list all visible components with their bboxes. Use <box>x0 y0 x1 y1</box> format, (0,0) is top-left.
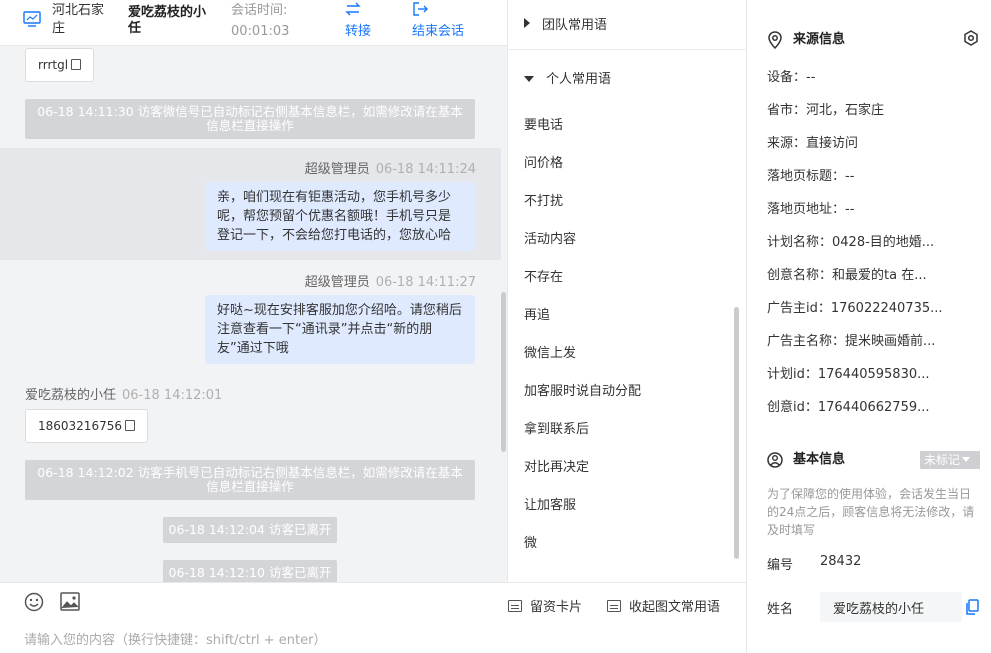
info-plan-id: 计划id：176440595830... <box>767 367 930 382</box>
system-message: 06-18 14:12:02 访客手机号已自动标记右侧基本信息栏，如需修改请在基… <box>25 460 475 500</box>
agent-message-bubble: 亲，咱们现在有钜惠活动，您手机号多少呢，帮您预留个优惠名额哦！手机号只是登记一下… <box>205 182 475 251</box>
end-session-button[interactable]: 结束会话 <box>412 0 472 46</box>
system-message: 06-18 14:12:10 访客已离开 <box>163 560 337 582</box>
phrase-item[interactable]: 不打扰 <box>524 190 563 210</box>
phrase-item[interactable]: 活动内容 <box>524 228 576 248</box>
copy-icon[interactable] <box>965 599 979 615</box>
phrase-item[interactable]: 再追 <box>524 304 550 324</box>
transfer-icon <box>345 2 361 16</box>
phrase-item[interactable]: 微信上发 <box>524 342 576 362</box>
card-icon <box>508 600 522 612</box>
name-label: 姓名 <box>767 602 794 617</box>
team-phrases-group[interactable]: 团队常用语 <box>524 14 607 34</box>
session-time: 00:01:03 <box>231 24 290 39</box>
chevron-down-icon <box>962 457 971 462</box>
copy-icon[interactable] <box>124 420 135 431</box>
message-meta: 超级管理员 06-18 14:11:27 <box>305 271 476 290</box>
system-message: 06-18 14:11:30 访客微信号已自动标记右侧基本信息栏，如需修改请在基… <box>25 99 475 139</box>
system-message: 06-18 14:12:04 访客已离开 <box>163 517 337 543</box>
transfer-button[interactable]: 转接 <box>345 0 385 46</box>
info-landing-url: 落地页地址：-- <box>767 202 855 217</box>
collapse-phrases-label: 收起图文常用语 <box>629 600 721 615</box>
transfer-label: 转接 <box>345 24 372 39</box>
user-circle-icon <box>767 452 783 468</box>
message-time: 06-18 14:12:01 <box>122 388 223 403</box>
phrase-item[interactable]: 加客服时说自动分配 <box>524 380 641 400</box>
visitor-name: 爱吃荔枝的小任 <box>128 5 207 36</box>
phrase-item[interactable]: 问价格 <box>524 152 563 172</box>
info-creative-name: 创意名称：和最爱的ta 在... <box>767 268 927 283</box>
image-icon[interactable] <box>60 592 80 611</box>
chat-header: 河北石家庄 爱吃荔枝的小任 会话时间: 00:01:03 转接 结束会话 <box>0 0 507 46</box>
file-message[interactable]: rrrtgl <box>25 48 95 82</box>
phrase-item[interactable]: 微 <box>524 532 537 552</box>
number-value: 28432 <box>820 554 862 569</box>
info-landing-title: 落地页标题：-- <box>767 169 855 184</box>
phrases-scrollbar[interactable] <box>734 307 739 559</box>
sender-name: 超级管理员 <box>304 275 370 290</box>
info-advertiser-name: 广告主名称：提米映画婚前... <box>767 334 936 349</box>
number-label: 编号 <box>767 558 794 573</box>
personal-phrases-group[interactable]: 个人常用语 <box>524 68 611 88</box>
sender-name: 超级管理员 <box>304 162 370 177</box>
collapse-phrases-button[interactable]: 收起图文常用语 <box>607 596 721 615</box>
info-source: 来源：直接访问 <box>767 136 859 151</box>
location-pin-icon <box>768 31 782 49</box>
info-province-city: 省市：河北，石家庄 <box>767 103 885 118</box>
phrase-item[interactable]: 对比再决定 <box>524 456 589 476</box>
phrase-item[interactable]: 要电话 <box>524 114 563 134</box>
file-message-text: 18603216756 <box>38 419 122 433</box>
phrase-item[interactable]: 不存在 <box>524 266 563 286</box>
caret-down-icon <box>524 76 534 82</box>
chat-scrollbar[interactable] <box>501 292 506 452</box>
message-time: 06-18 14:11:27 <box>375 275 476 290</box>
info-advertiser-id: 广告主id：176022240735... <box>767 301 943 316</box>
message-time: 06-18 14:11:24 <box>375 162 476 177</box>
session-time-label: 会话时间: <box>231 3 288 18</box>
chat-messages[interactable]: rrrtgl 06-18 14:11:30 访客微信号已自动标记右侧基本信息栏，… <box>0 46 507 582</box>
monitor-icon <box>23 11 41 27</box>
divider <box>508 49 746 50</box>
team-phrases-label: 团队常用语 <box>542 18 608 33</box>
phrase-item[interactable]: 拿到联系后 <box>524 418 589 438</box>
name-field[interactable] <box>820 592 962 622</box>
message-input[interactable] <box>24 630 484 650</box>
edit-notice: 为了保障您的使用体验，会话发生当日的24点之后，顾客信息将无法修改，请及时填写 <box>767 487 975 537</box>
lead-card-label: 留资卡片 <box>530 600 583 615</box>
lead-card-button[interactable]: 留资卡片 <box>508 596 583 615</box>
info-creative-id: 创意id：176440662759... <box>767 400 930 415</box>
message-input-area: 留资卡片 收起图文常用语 <box>0 582 746 653</box>
agent-message-bubble: 好哒~现在安排客服加您介绍哈。请您稍后注意查看一下“通讯录”并点击“新的朋友”通… <box>205 295 475 364</box>
end-session-label: 结束会话 <box>412 24 465 39</box>
info-plan-name: 计划名称：0428-目的地婚... <box>767 235 935 250</box>
phrases-panel: 团队常用语 个人常用语 要电话 问价格 不打扰 活动内容 不存在 再追 微信上发… <box>507 0 746 582</box>
info-device: 设备：-- <box>767 70 816 85</box>
file-message[interactable]: 18603216756 <box>25 409 148 443</box>
caret-right-icon <box>524 18 530 28</box>
settings-icon[interactable] <box>963 30 979 46</box>
phrase-item[interactable]: 让加客服 <box>524 494 576 514</box>
visitor-info-panel: 来源信息 设备：-- 省市：河北，石家庄 来源：直接访问 落地页标题：-- 落地… <box>746 0 991 653</box>
message-meta: 爱吃荔枝的小任 06-18 14:12:01 <box>25 384 222 403</box>
file-message-text: rrrtgl <box>38 58 69 72</box>
logout-icon <box>413 2 428 16</box>
message-meta: 超级管理员 06-18 14:11:24 <box>305 158 476 177</box>
sender-name: 爱吃荔枝的小任 <box>25 388 117 403</box>
emoji-icon[interactable] <box>24 592 44 612</box>
personal-phrases-label: 个人常用语 <box>546 72 612 87</box>
mark-status-dropdown[interactable]: 未标记 <box>920 451 980 469</box>
mark-status-label: 未标记 <box>924 453 961 467</box>
visitor-location: 河北石家庄 <box>52 3 105 36</box>
card-icon <box>607 600 621 612</box>
copy-icon[interactable] <box>71 59 82 70</box>
